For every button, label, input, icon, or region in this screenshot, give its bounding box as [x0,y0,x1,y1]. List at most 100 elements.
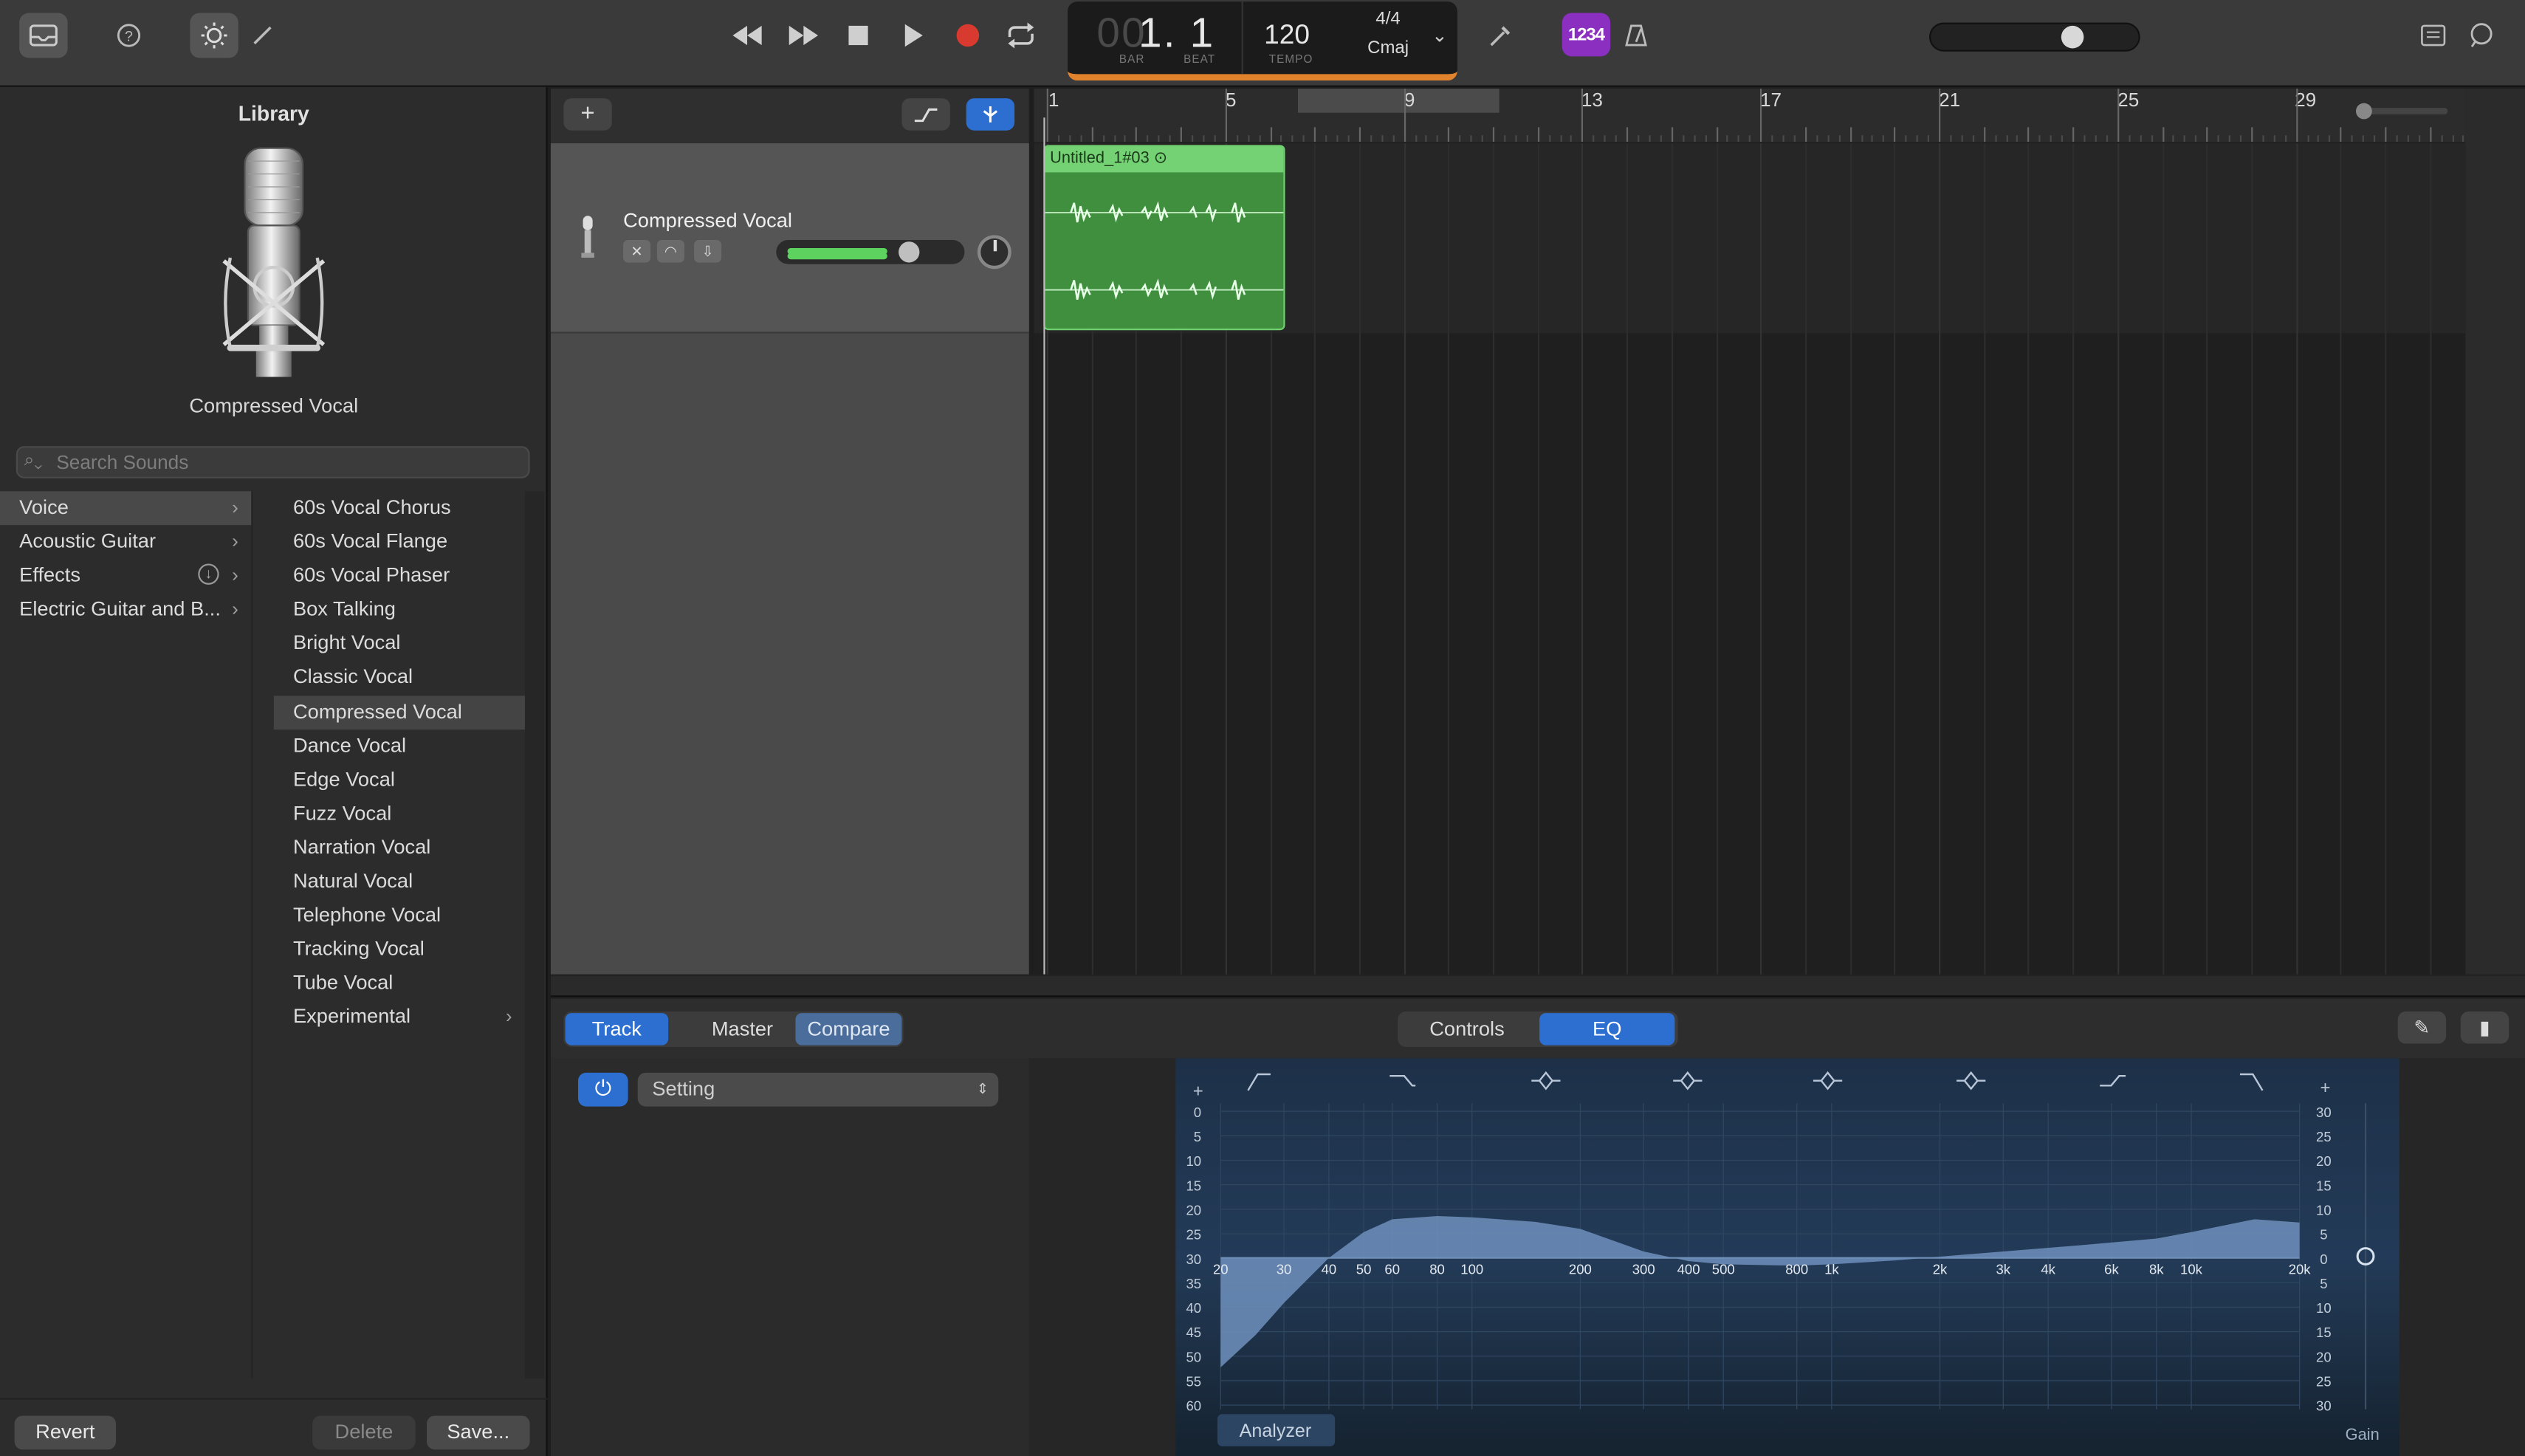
ruler-subtick [2173,135,2175,142]
metronome-icon[interactable] [1612,13,1660,58]
grid-line [1448,143,1450,975]
save-button[interactable]: Save... [426,1415,530,1450]
category-voice[interactable]: Voice › [0,491,252,526]
cycle-icon[interactable] [997,13,1045,58]
ruler-subtick [1325,135,1327,142]
ruler-tick [2162,127,2164,142]
patch-item[interactable]: Classic Vocal [274,661,525,695]
patch-item[interactable]: Tracking Vocal [274,933,525,967]
patch-item[interactable]: Box Talking [274,593,525,627]
master-volume-knob[interactable] [2061,25,2084,49]
patch-item[interactable]: 60s Vocal Phaser [274,559,525,593]
ruler-tick [1581,88,1584,142]
patch-item[interactable]: 60s Vocal Chorus [274,491,525,525]
category-acoustic-guitar[interactable]: Acoustic Guitar › [0,525,251,559]
smart-controls-icon[interactable] [190,13,238,58]
playhead[interactable] [1043,117,1045,975]
eq-db-label-left: 30 [1186,1251,1201,1267]
automation-icon[interactable] [901,98,950,131]
tab-master[interactable]: Master [681,1013,804,1045]
eq-graph[interactable]: 0510152025303540455055603025201510505101… [1175,1058,2399,1456]
setting-dropdown[interactable]: Setting ⇕ [637,1072,999,1107]
patch-item[interactable]: Dance Vocal [274,729,525,763]
tracks-area[interactable]: Untitled_1#03 ⊙ [1034,143,2466,975]
ruler-subtick [1514,135,1517,142]
editors-icon[interactable] [238,13,286,58]
power-icon[interactable]: ⏻ [578,1072,628,1107]
patch-item-selected[interactable]: Compressed Vocal [273,695,526,729]
lcd-display[interactable]: 00 1. 1 BAR BEAT 120 TEMPO 4/4 Cmaj ⌄ [1068,1,1457,81]
garageband-window: ? 00 1. 1 BAR BEAT 120 TEMPO 4/4 Cmaj ⌄ … [0,0,2525,1456]
add-track-button[interactable]: + [563,98,612,131]
track-row[interactable]: Compressed Vocal ✕ ◠ ⇩ [550,143,1029,334]
ruler-subtick [2396,135,2398,142]
region-name: Untitled_1#03 [1050,149,1150,168]
play-icon[interactable] [889,13,937,58]
record-icon[interactable] [944,13,992,58]
track-pan-knob[interactable] [977,235,1011,269]
tab-controls[interactable]: Controls [1401,1013,1533,1045]
tab-track[interactable]: Track [565,1013,669,1045]
eq-freq-label: 8k [2149,1262,2164,1277]
ruler-subtick [1604,135,1606,142]
library-scrollbar[interactable] [525,491,545,1379]
patch-item[interactable]: Narration Vocal [274,831,525,865]
help-icon[interactable]: ? [105,13,153,58]
notepad-icon[interactable] [2409,13,2457,58]
tuner-icon[interactable] [1477,13,1525,58]
grid-line [1581,143,1584,975]
category-effects[interactable]: Effects ↓ › [0,559,251,593]
delete-button[interactable]: Delete [312,1415,416,1450]
search-field[interactable]: ⌕⌄ [16,446,530,478]
smart-controls-settings: ⏻ Setting ⇕ [550,1058,1029,1456]
library-icon[interactable] [19,13,68,58]
eq-db-label-right: 20 [2316,1349,2332,1364]
ruler-subtick [1559,135,1562,142]
rewind-icon[interactable] [723,13,771,58]
eq-freq-label: 30 [1277,1262,1292,1277]
master-volume-slider[interactable] [1928,22,2140,52]
track-volume-slider[interactable] [776,240,965,264]
patch-item[interactable]: Tube Vocal [274,967,525,1001]
chevron-right-icon: › [232,495,238,519]
cycle-region[interactable] [1297,88,1499,113]
ruler-subtick [1660,135,1662,142]
download-icon[interactable]: ↓ [198,563,219,585]
mute-icon[interactable]: ✕ [623,240,651,263]
patch-item[interactable]: Edge Vocal [274,763,525,797]
fast-forward-icon[interactable] [780,13,828,58]
patch-item[interactable]: Telephone Vocal [274,899,525,933]
input-monitor-icon[interactable]: ⇩ [694,240,722,263]
loop-browser-icon[interactable] [2457,13,2505,58]
grid-line [2072,143,2075,975]
tracks-horizontal-scrollbar[interactable] [550,974,2525,997]
stop-icon[interactable] [834,13,882,58]
patch-item[interactable]: Fuzz Vocal [274,797,525,831]
patch-item[interactable]: Bright Vocal [274,627,525,661]
patch-item-experimental[interactable]: Experimental › [274,1001,525,1035]
ruler-subtick [1548,135,1550,142]
ruler-subtick [1068,135,1071,142]
track-name[interactable]: Compressed Vocal [623,210,792,233]
toolbar: ? 00 1. 1 BAR BEAT 120 TEMPO 4/4 Cmaj ⌄ … [0,0,2525,87]
tab-eq[interactable]: EQ [1539,1013,1675,1045]
search-input[interactable] [56,449,523,475]
ruler-subtick [2195,135,2197,142]
track-volume-knob[interactable] [899,241,920,263]
compare-button[interactable]: Compare [795,1013,902,1045]
snap-icon[interactable] [966,98,1015,131]
patch-item[interactable]: 60s Vocal Flange [274,525,525,559]
grid-line [1939,143,1941,975]
count-in-button[interactable]: 1234 [1562,13,1611,57]
grid-line [1983,143,1985,975]
category-electric-guitar[interactable]: Electric Guitar and B... › [0,593,251,627]
zoom-slider[interactable] [2354,101,2451,120]
timeline-ruler[interactable]: 1 5 9 13 17 21 25 29 [1034,88,2469,144]
audio-region[interactable]: Untitled_1#03 ⊙ [1043,145,1285,331]
tuner-pencil-icon[interactable]: ✎ [2397,1011,2447,1044]
info-icon[interactable]: ▮ [2460,1011,2509,1044]
lcd-chevron-down-icon[interactable]: ⌄ [1432,24,1448,47]
headphones-icon[interactable]: ◠ [656,240,684,263]
revert-button[interactable]: Revert [14,1415,117,1450]
patch-item[interactable]: Natural Vocal [274,865,525,899]
